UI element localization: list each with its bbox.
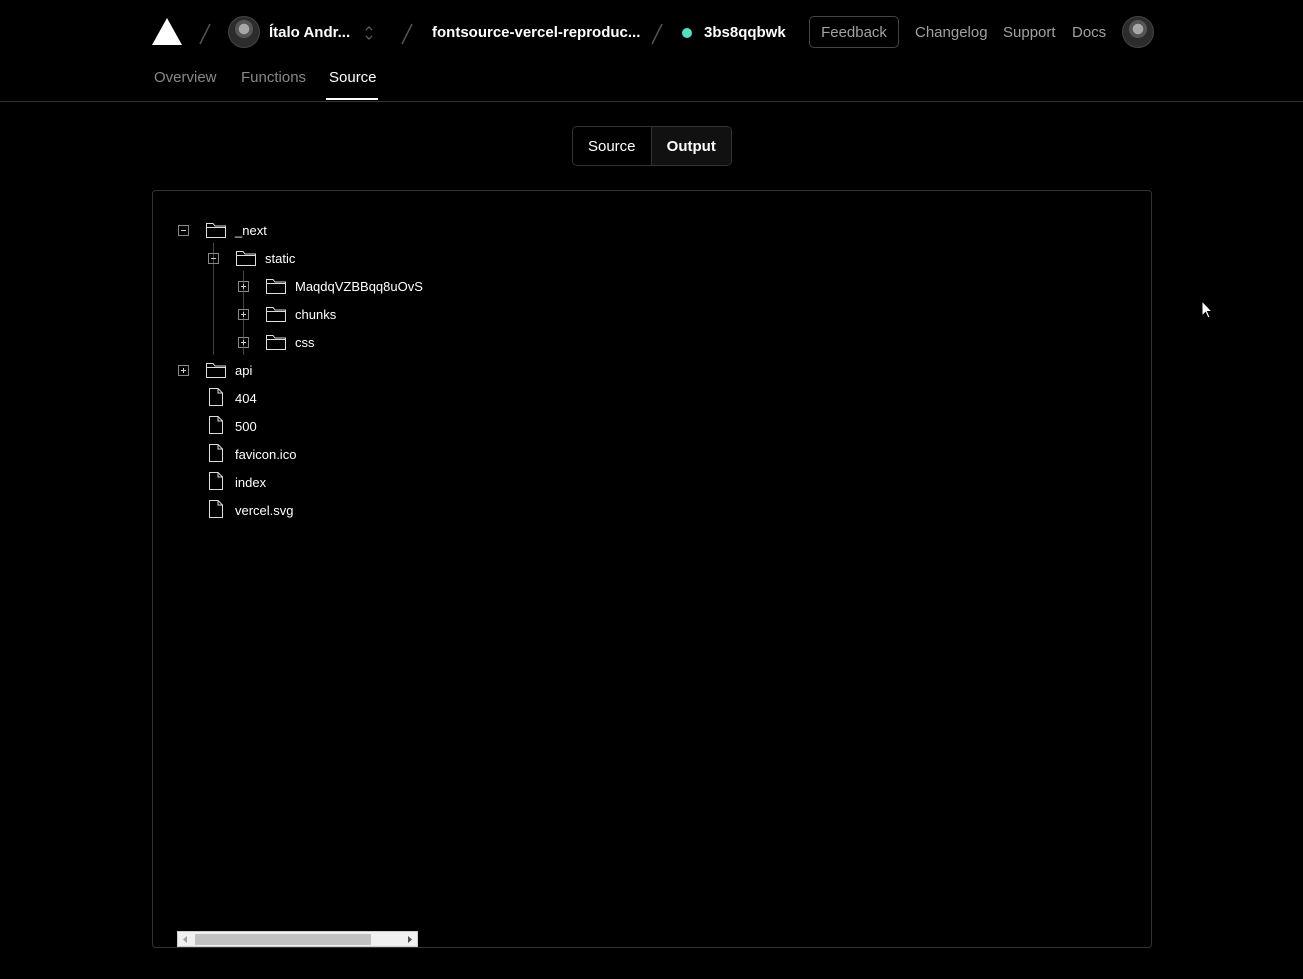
- team-name[interactable]: Ítalo Andr...: [269, 24, 350, 41]
- vercel-logo-icon[interactable]: [152, 18, 182, 46]
- team-avatar[interactable]: [228, 16, 260, 48]
- collapse-icon[interactable]: [208, 253, 219, 264]
- file-icon: [209, 472, 223, 490]
- deployment-status-dot: [682, 28, 692, 38]
- file-icon: [209, 444, 223, 462]
- tree-item-favicon[interactable]: favicon.ico: [177, 442, 427, 466]
- file-tree-panel: _next static MaqdqVZBBqq8uOvS chunks css…: [152, 190, 1152, 948]
- file-icon: [209, 388, 223, 406]
- folder-icon: [266, 279, 286, 294]
- tree-item-label: MaqdqVZBBqq8uOvS: [295, 279, 423, 294]
- horizontal-scrollbar[interactable]: [177, 931, 418, 947]
- tab-functions[interactable]: Functions: [241, 69, 306, 86]
- tab-source[interactable]: Source: [329, 69, 377, 86]
- tree-item-label: 404: [235, 391, 257, 406]
- tree-item-static[interactable]: static: [207, 246, 457, 270]
- separator-slash-icon: [401, 23, 413, 45]
- tree-item-next[interactable]: _next: [177, 218, 427, 242]
- tree-item-label: static: [265, 251, 296, 266]
- tree-item-label: api: [235, 363, 253, 378]
- tree-item-label: _next: [235, 223, 267, 238]
- tree-item-500[interactable]: 500: [177, 414, 427, 438]
- separator-slash-icon: [651, 23, 663, 45]
- file-icon: [209, 500, 223, 518]
- source-view-button[interactable]: Source: [573, 127, 652, 165]
- tree-item-api[interactable]: api: [177, 358, 427, 382]
- tree-item-label: css: [295, 335, 315, 350]
- output-view-button[interactable]: Output: [651, 127, 731, 165]
- scroll-left-icon[interactable]: [181, 935, 189, 944]
- tree-item-label: 500: [235, 419, 257, 434]
- file-icon: [209, 416, 223, 434]
- tree-item-vercel-svg[interactable]: vercel.svg: [177, 498, 427, 522]
- folder-icon: [266, 307, 286, 322]
- folder-icon: [206, 223, 226, 238]
- top-header: Ítalo Andr... fontsource-vercel-reproduc…: [0, 0, 1303, 102]
- scroll-right-icon[interactable]: [406, 935, 414, 944]
- expand-icon[interactable]: [238, 337, 249, 348]
- tree-item-label: vercel.svg: [235, 503, 294, 518]
- team-switcher-icon[interactable]: [364, 22, 374, 44]
- docs-link[interactable]: Docs: [1072, 24, 1106, 41]
- tab-overview[interactable]: Overview: [154, 69, 217, 86]
- feedback-button[interactable]: Feedback: [809, 16, 899, 48]
- source-output-toggle: Source Output: [572, 126, 732, 166]
- tree-item-404[interactable]: 404: [177, 386, 427, 410]
- expand-icon[interactable]: [238, 281, 249, 292]
- separator-slash-icon: [199, 23, 211, 45]
- expand-icon[interactable]: [238, 309, 249, 320]
- folder-icon: [266, 335, 286, 350]
- top-navigation: Ítalo Andr... fontsource-vercel-reproduc…: [152, 14, 1154, 52]
- folder-icon: [206, 363, 226, 378]
- tree-item-chunks[interactable]: chunks: [237, 302, 487, 326]
- collapse-icon[interactable]: [178, 225, 189, 236]
- deployment-id[interactable]: 3bs8qqbwk: [704, 24, 786, 41]
- active-tab-indicator: [326, 98, 378, 100]
- user-avatar[interactable]: [1122, 16, 1154, 48]
- support-link[interactable]: Support: [1003, 24, 1056, 41]
- changelog-link[interactable]: Changelog: [915, 24, 988, 41]
- folder-icon: [236, 251, 256, 266]
- tree-item-label: index: [235, 475, 267, 490]
- mouse-cursor-icon: [1201, 300, 1214, 319]
- tree-item-label: chunks: [295, 307, 337, 322]
- scrollbar-thumb[interactable]: [195, 934, 371, 945]
- project-name[interactable]: fontsource-vercel-reproduc...: [432, 24, 640, 41]
- tree-item-index[interactable]: index: [177, 470, 427, 494]
- expand-icon[interactable]: [178, 365, 189, 376]
- tree-item-css[interactable]: css: [237, 330, 487, 354]
- tree-item-label: favicon.ico: [235, 447, 297, 462]
- tree-item-build-id[interactable]: MaqdqVZBBqq8uOvS: [237, 274, 487, 298]
